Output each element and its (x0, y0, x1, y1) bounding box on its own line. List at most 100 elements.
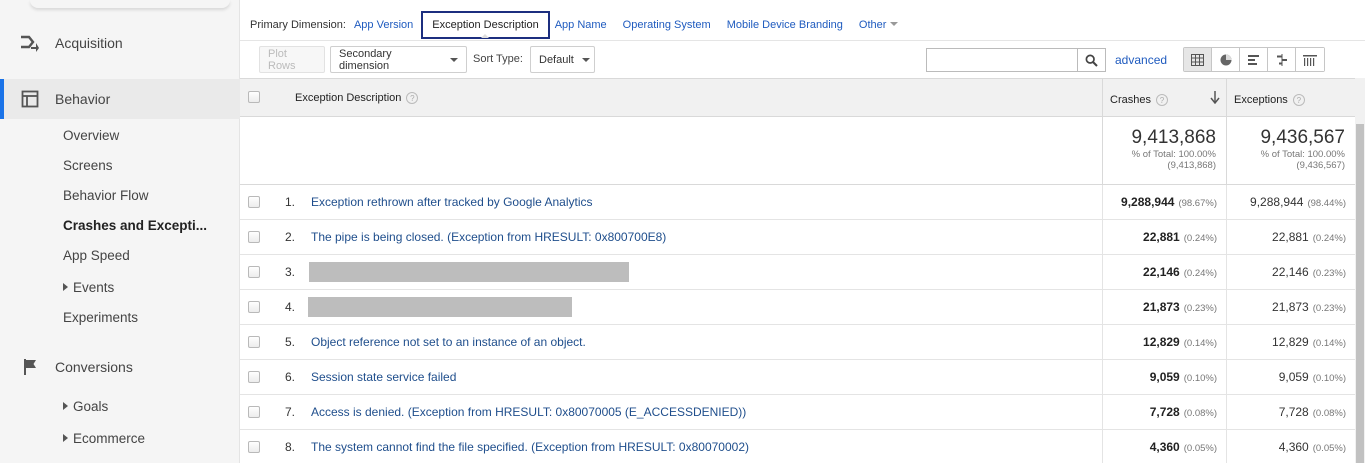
acquisition-icon (20, 33, 40, 53)
total-crashes-value: 9,413,868 (1131, 127, 1216, 148)
sidebar-item-label: Acquisition (55, 35, 123, 51)
row-number: 5. (285, 335, 296, 349)
row-crashes-cell: 22,146 (0.24%) (1102, 255, 1226, 290)
row-checkbox[interactable] (248, 196, 260, 208)
chevron-down-icon (890, 22, 899, 26)
dimension-operating-system[interactable]: Operating System (623, 19, 711, 31)
row-crashes-value: 22,881 (1143, 230, 1180, 244)
help-icon[interactable]: ? (1155, 94, 1168, 106)
total-crashes-absolute: (9,413,868) (1167, 160, 1216, 171)
sidebar-subitem-app-speed[interactable]: App Speed (63, 248, 130, 263)
advanced-filter-link[interactable]: advanced (1115, 53, 1167, 67)
row-exceptions-cell: 7,728 (0.08%) (1226, 395, 1355, 430)
row-exceptions-percent: (0.24%) (1312, 233, 1346, 244)
row-checkbox[interactable] (248, 231, 260, 243)
total-exceptions-percent: % of Total: 100.00% (1260, 149, 1345, 160)
row-exceptions-cell: 4,360 (0.05%) (1226, 430, 1355, 463)
sidebar-subitem-ecommerce[interactable]: Ecommerce (63, 431, 145, 446)
vertical-scrollbar[interactable] (1355, 78, 1365, 463)
help-icon[interactable]: ? (406, 92, 419, 104)
column-header-label: Crashes (1110, 94, 1151, 106)
help-icon[interactable]: ? (1292, 94, 1305, 106)
sidebar-subitem-label: Events (73, 280, 115, 295)
sidebar-item-behavior[interactable]: Behavior (0, 79, 240, 119)
row-crashes-value: 9,059 (1149, 370, 1180, 384)
sidebar-subitem-overview[interactable]: Overview (63, 128, 119, 143)
row-exceptions-value: 4,360 (1278, 440, 1309, 454)
row-crashes-cell: 9,288,944 (98.67%) (1102, 185, 1226, 220)
row-number: 2. (285, 230, 296, 244)
row-exceptions-value: 9,288,944 (1250, 195, 1304, 209)
row-crashes-value: 4,360 (1149, 440, 1180, 454)
row-description-link[interactable]: The pipe is being closed. (Exception fro… (311, 230, 666, 244)
row-description-link[interactable]: Session state service failed (311, 370, 456, 384)
row-exceptions-value: 12,829 (1272, 335, 1309, 349)
column-header-exceptions[interactable]: Exceptions? (1226, 79, 1355, 118)
row-crashes-value: 22,146 (1143, 265, 1180, 279)
view-percentage-button[interactable] (1212, 48, 1240, 71)
sidebar-subitem-experiments[interactable]: Experiments (63, 310, 138, 325)
row-crashes-value: 21,873 (1143, 300, 1180, 314)
total-crashes-cell: 9,413,868 % of Total: 100.00% (9,413,868… (1102, 117, 1226, 185)
view-table-button[interactable] (1184, 48, 1212, 71)
row-exceptions-cell: 12,829 (0.14%) (1226, 325, 1355, 360)
view-comparison-button[interactable] (1268, 48, 1296, 71)
row-description-link[interactable]: Object reference not set to an instance … (311, 335, 586, 349)
table-row: 3. 22,146 (0.24%) 22,146 (0.23%) (240, 255, 1355, 290)
view-pivot-button[interactable] (1296, 48, 1324, 71)
total-exceptions-absolute: (9,436,567) (1296, 160, 1345, 171)
scrollbar-thumb[interactable] (1356, 124, 1364, 463)
sidebar-item-conversions[interactable]: Conversions (0, 347, 240, 387)
row-exceptions-cell: 21,873 (0.23%) (1226, 290, 1355, 325)
row-checkbox[interactable] (248, 406, 260, 418)
search-button[interactable] (1078, 48, 1106, 72)
row-number: 4. (285, 300, 296, 314)
expand-triangle-icon (63, 434, 68, 442)
select-all-checkbox[interactable] (248, 91, 260, 103)
sort-type-value: Default (539, 53, 574, 66)
row-exceptions-cell: 22,881 (0.24%) (1226, 220, 1355, 255)
row-exceptions-value: 22,146 (1272, 265, 1309, 279)
sidebar-subitem-screens[interactable]: Screens (63, 158, 113, 173)
plot-rows-button[interactable]: Plot Rows (259, 46, 325, 73)
secondary-dimension-dropdown[interactable]: Secondary dimension (330, 46, 467, 73)
row-description-link[interactable]: Access is denied. (Exception from HRESUL… (311, 405, 746, 419)
sidebar-subitem-crashes-exceptions[interactable]: Crashes and Excepti... (63, 218, 207, 233)
row-crashes-percent: (0.24%) (1183, 268, 1217, 279)
bar-chart-icon (1247, 54, 1259, 65)
sort-type-dropdown[interactable]: Default (530, 46, 595, 73)
column-header-crashes[interactable]: Crashes? (1102, 79, 1226, 118)
dimension-app-name[interactable]: App Name (555, 19, 607, 31)
dimension-app-version[interactable]: App Version (354, 19, 413, 31)
row-checkbox[interactable] (248, 441, 260, 453)
row-exceptions-value: 9,059 (1278, 370, 1309, 384)
row-checkbox[interactable] (248, 336, 260, 348)
dimension-other-dropdown[interactable]: Other (859, 19, 899, 31)
table-search-input[interactable] (926, 48, 1078, 72)
row-checkbox[interactable] (248, 371, 260, 383)
sidebar-item-acquisition[interactable]: Acquisition (0, 23, 240, 63)
row-checkbox[interactable] (248, 301, 260, 313)
row-crashes-value: 7,728 (1149, 405, 1180, 419)
view-performance-button[interactable] (1240, 48, 1268, 71)
sidebar-item-label: Conversions (55, 359, 133, 375)
column-header-label: Exception Description (295, 92, 402, 104)
dimension-mobile-device-branding[interactable]: Mobile Device Branding (727, 19, 843, 31)
row-exceptions-cell: 22,146 (0.23%) (1226, 255, 1355, 290)
row-description-link[interactable]: Exception rethrown after tracked by Goog… (311, 195, 592, 209)
row-description-link[interactable]: The system cannot find the file specifie… (311, 440, 749, 454)
row-crashes-percent: (98.67%) (1178, 198, 1217, 209)
row-checkbox[interactable] (248, 266, 260, 278)
sidebar-subitem-goals[interactable]: Goals (63, 399, 108, 414)
row-exceptions-percent: (0.14%) (1312, 338, 1346, 349)
sidebar-item-label: Behavior (55, 91, 111, 107)
row-exceptions-percent: (0.23%) (1312, 303, 1346, 314)
sidebar-subitem-label: Ecommerce (73, 431, 146, 446)
row-exceptions-value: 21,873 (1272, 300, 1309, 314)
sidebar-subitem-events[interactable]: Events (63, 280, 114, 295)
table-row: 6. Session state service failed 9,059 (0.… (240, 360, 1355, 395)
column-header-description[interactable]: Exception Description? (295, 92, 419, 104)
dimension-exception-description[interactable]: Exception Description (421, 11, 550, 39)
pivot-icon (1303, 54, 1317, 66)
sidebar-subitem-behavior-flow[interactable]: Behavior Flow (63, 188, 149, 203)
